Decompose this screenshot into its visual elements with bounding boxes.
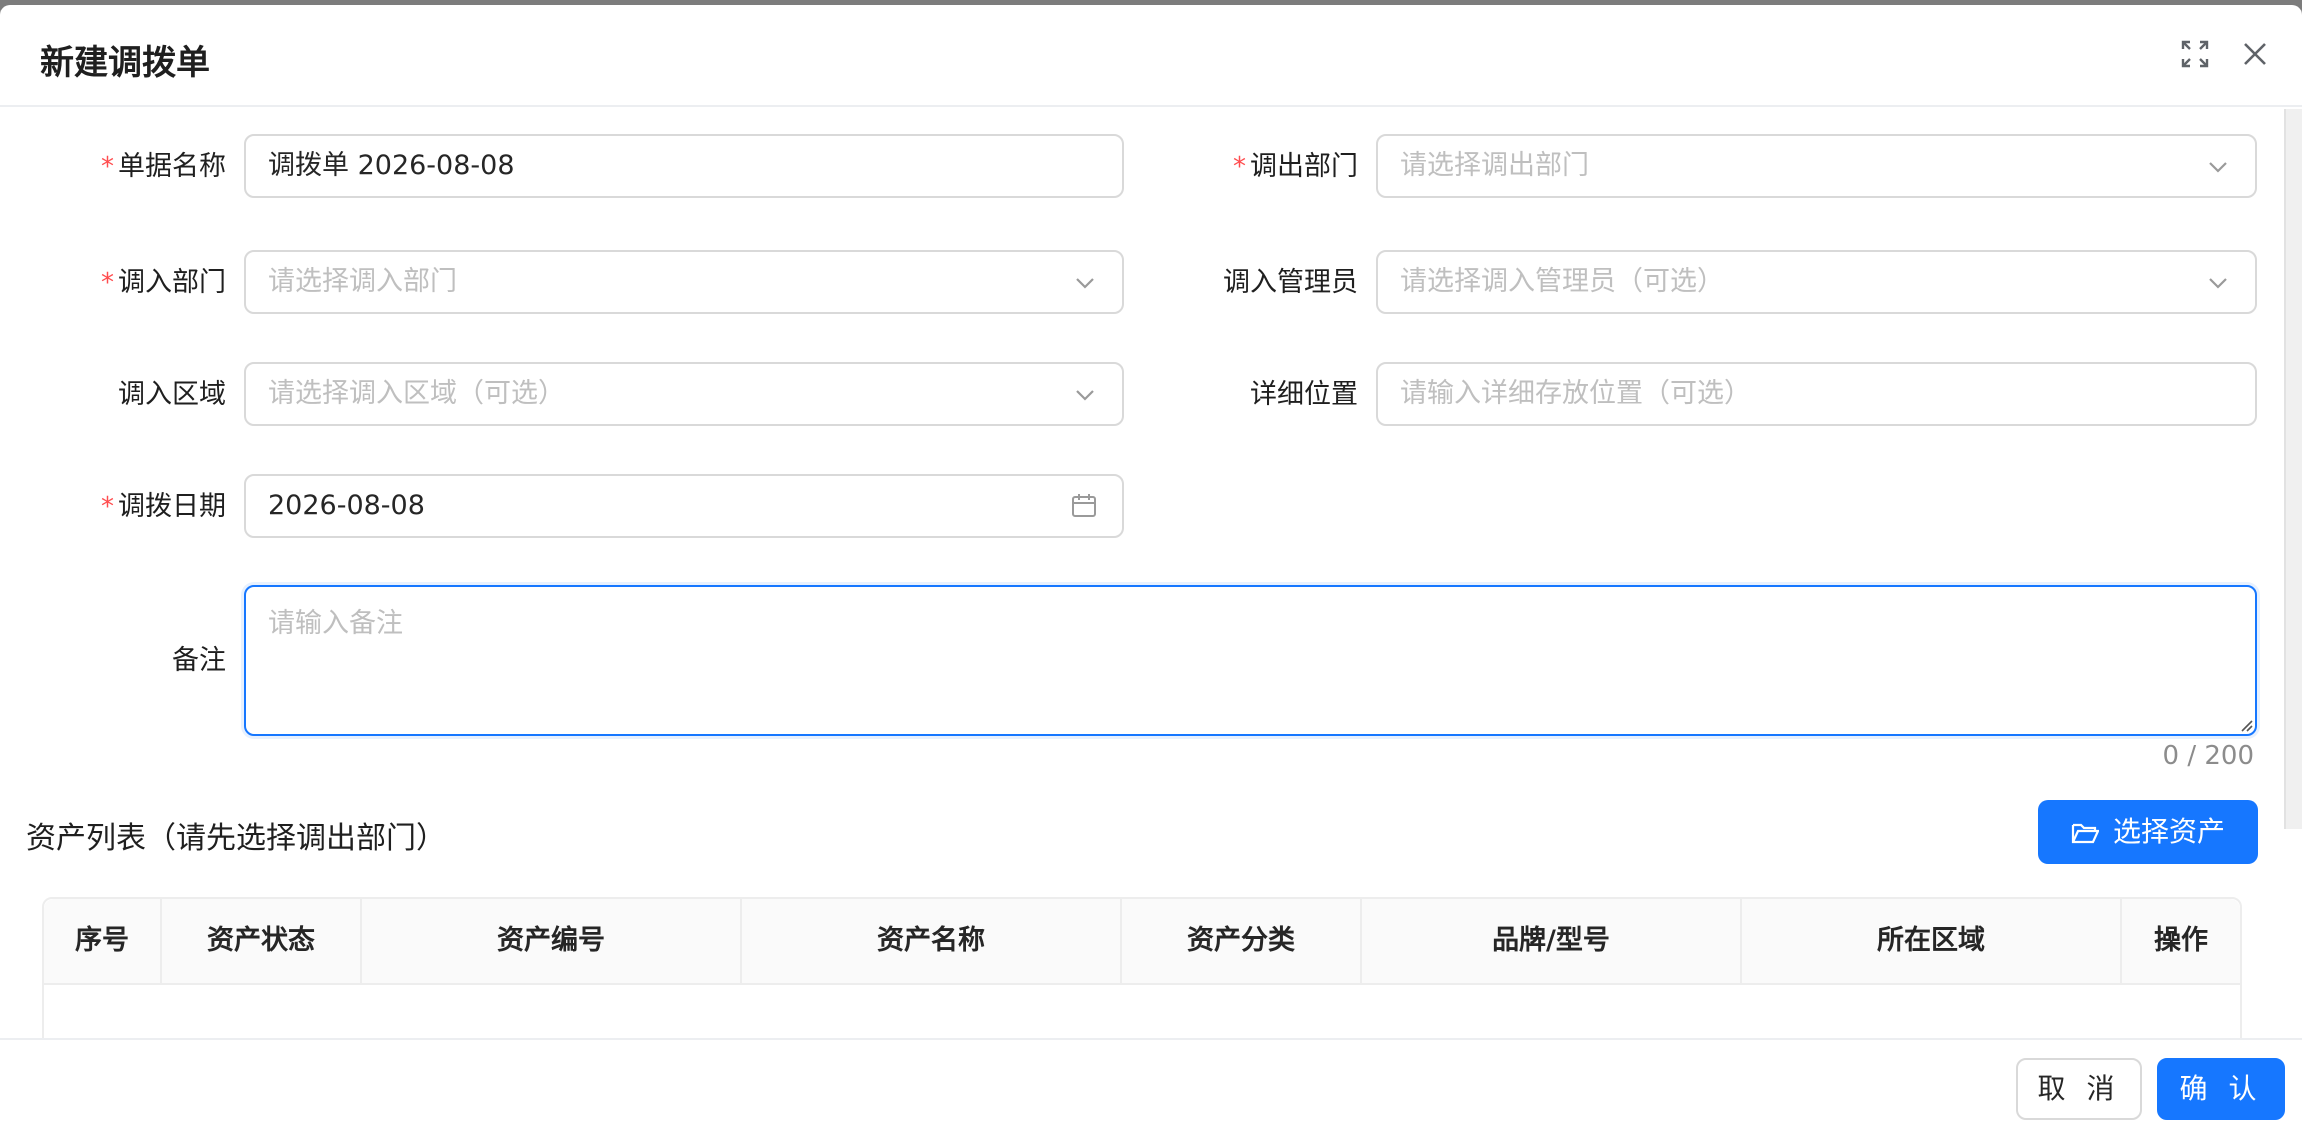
chevron-down-icon bbox=[2209, 162, 2227, 173]
chevron-down-icon bbox=[2209, 278, 2227, 289]
date-value: 2026-08-08 bbox=[268, 490, 425, 521]
modal-scrollbar[interactable] bbox=[2284, 109, 2302, 829]
expand-icon[interactable] bbox=[2180, 39, 2210, 69]
date-picker[interactable]: 2026-08-08 bbox=[244, 474, 1124, 538]
column-header-category: 资产分类 bbox=[1122, 899, 1362, 983]
out-dept-placeholder: 请选择调出部门 bbox=[1400, 150, 1589, 181]
in-dept-select[interactable]: 请选择调入部门 bbox=[244, 250, 1124, 314]
modal-footer: 取 消 确 认 bbox=[0, 1038, 2302, 1132]
column-header-brand-model: 品牌/型号 bbox=[1362, 899, 1742, 983]
doc-name-input[interactable]: 调拨单 2026-08-08 bbox=[244, 134, 1124, 198]
confirm-button[interactable]: 确 认 bbox=[2157, 1058, 2285, 1120]
chevron-down-icon bbox=[1076, 278, 1094, 289]
in-area-placeholder: 请选择调入区域（可选） bbox=[268, 378, 565, 409]
out-dept-select[interactable]: 请选择调出部门 bbox=[1376, 134, 2257, 198]
location-input[interactable]: 请输入详细存放位置（可选） bbox=[1376, 362, 2257, 426]
remark-textarea[interactable]: 请输入备注 bbox=[244, 585, 2257, 736]
in-area-select[interactable]: 请选择调入区域（可选） bbox=[244, 362, 1124, 426]
select-asset-button[interactable]: 选择资产 bbox=[2038, 800, 2258, 864]
folder-open-icon bbox=[2071, 823, 2100, 844]
in-admin-select[interactable]: 请选择调入管理员（可选） bbox=[1376, 250, 2257, 314]
in-dept-label: * 调入部门 bbox=[101, 267, 226, 298]
remark-char-counter: 0 / 200 bbox=[2162, 741, 2254, 771]
cancel-button[interactable]: 取 消 bbox=[2016, 1058, 2142, 1120]
create-transfer-modal: 新建调拨单 * 单据名称 调拨单 2026-08-08 * 调出部门 请选择调出部门… bbox=[0, 5, 2302, 1132]
column-header-actions: 操作 bbox=[2154, 925, 2208, 956]
remark-label: 备注 bbox=[172, 645, 226, 676]
asset-table-header: 序号 资产状态 资产编号 资产名称 资产分类 品牌/型号 所在区域 操作 bbox=[44, 899, 2240, 985]
close-icon[interactable] bbox=[2240, 39, 2270, 69]
column-header-area: 所在区域 bbox=[1742, 899, 2122, 983]
doc-name-value: 调拨单 2026-08-08 bbox=[268, 150, 515, 181]
select-asset-label: 选择资产 bbox=[2112, 815, 2225, 848]
chevron-down-icon bbox=[1076, 390, 1094, 401]
resize-grip-icon[interactable] bbox=[2239, 718, 2253, 732]
in-admin-placeholder: 请选择调入管理员（可选） bbox=[1400, 266, 1724, 297]
calendar-icon bbox=[1072, 494, 1096, 517]
in-area-label: 调入区域 bbox=[118, 379, 226, 410]
column-header-code: 资产编号 bbox=[362, 899, 742, 983]
asset-list-title: 资产列表（请先选择调出部门） bbox=[26, 821, 446, 856]
location-placeholder: 请输入详细存放位置（可选） bbox=[1400, 378, 1751, 409]
in-admin-label: 调入管理员 bbox=[1223, 267, 1358, 298]
in-dept-placeholder: 请选择调入部门 bbox=[268, 266, 457, 297]
modal-header: 新建调拨单 bbox=[0, 5, 2302, 107]
column-header-name: 资产名称 bbox=[742, 899, 1122, 983]
location-label: 详细位置 bbox=[1250, 379, 1358, 410]
date-label: * 调拨日期 bbox=[101, 491, 226, 522]
doc-name-label: * 单据名称 bbox=[101, 151, 226, 182]
modal-title: 新建调拨单 bbox=[40, 43, 210, 83]
column-header-status: 资产状态 bbox=[162, 899, 362, 983]
out-dept-label: * 调出部门 bbox=[1233, 151, 1358, 182]
remark-placeholder: 请输入备注 bbox=[268, 608, 403, 639]
column-header-index: 序号 bbox=[44, 899, 162, 983]
